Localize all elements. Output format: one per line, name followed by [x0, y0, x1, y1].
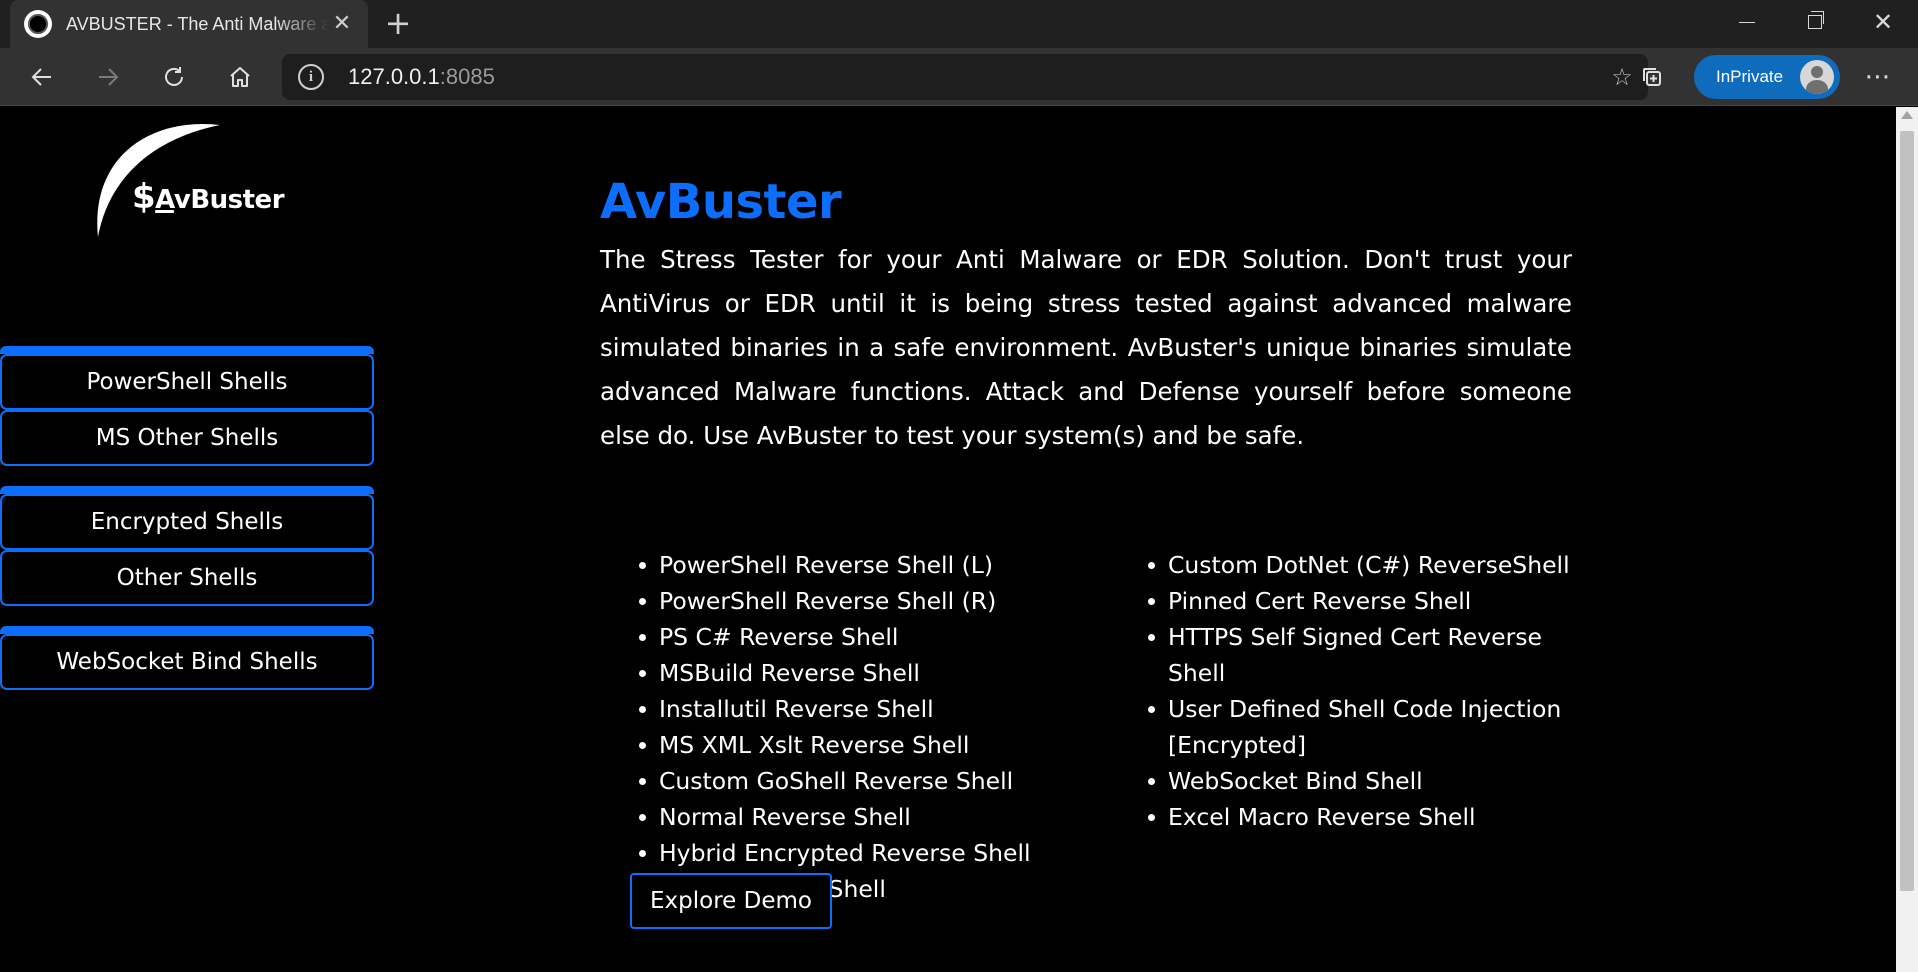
features-list-right: Custom DotNet (C#) ReverseShell Pinned C… — [1148, 547, 1578, 835]
sidebar-group-websocket: WebSocket Bind Shells — [0, 626, 374, 690]
logo-text: $AvBuster — [132, 177, 285, 217]
browser-titlebar: AVBUSTER - The Anti Malware and EDR Stre… — [0, 0, 1918, 48]
explore-demo-button[interactable]: Explore Demo — [630, 873, 832, 929]
websocket-bind-shells-button[interactable]: WebSocket Bind Shells — [0, 634, 374, 690]
list-item: Hybrid Encrypted Reverse Shell — [639, 835, 1089, 871]
list-item: WebSocket Bind Shell — [1148, 763, 1578, 799]
page-content: $AvBuster PowerShell Shells MS Other She… — [0, 107, 1896, 972]
list-item: Custom GoShell Reverse Shell — [639, 763, 1089, 799]
inprivate-label: InPrivate — [1716, 67, 1784, 86]
list-item: User Defined Shell Code Injection [Encry… — [1148, 691, 1578, 763]
inprivate-profile-button[interactable]: InPrivate — [1694, 55, 1840, 99]
encrypted-shells-button[interactable]: Encrypted Shells — [0, 494, 374, 550]
main-content: AvBuster The Stress Tester for your Anti… — [600, 172, 1572, 903]
new-tab-icon[interactable]: + — [382, 7, 414, 40]
address-url[interactable]: 127.0.0.1:8085 — [348, 64, 495, 90]
list-item: Custom DotNet (C#) ReverseShell — [1148, 547, 1578, 583]
list-item: HTTPS Self Signed Cert Reverse Shell — [1148, 619, 1578, 691]
site-favicon-icon — [24, 10, 52, 38]
collections-icon[interactable] — [1630, 55, 1674, 99]
tab-title: AVBUSTER - The Anti Malware and EDR Stre… — [66, 13, 328, 34]
sidebar-group-powershell: PowerShell Shells MS Other Shells — [0, 346, 374, 466]
page-title: AvBuster — [600, 174, 842, 230]
list-item: PS C# Reverse Shell — [639, 619, 1089, 655]
minimize-window-icon[interactable] — [1714, 0, 1780, 44]
ms-other-shells-button[interactable]: MS Other Shells — [0, 410, 374, 466]
list-item: Pinned Cert Reverse Shell — [1148, 583, 1578, 619]
sidebar-group-encrypted: Encrypted Shells Other Shells — [0, 486, 374, 606]
page-scrollbar[interactable] — [1896, 107, 1918, 972]
features-list-left: PowerShell Reverse Shell (L) PowerShell … — [639, 547, 1089, 907]
list-item: MS XML Xslt Reverse Shell — [639, 727, 1089, 763]
forward-arrow-icon[interactable] — [86, 55, 130, 99]
powershell-shells-button[interactable]: PowerShell Shells — [0, 354, 374, 410]
back-arrow-icon[interactable] — [20, 55, 64, 99]
tab-close-icon[interactable]: ✕ — [330, 13, 354, 35]
intro-paragraph: The Stress Tester for your Anti Malware … — [600, 245, 1572, 450]
avbuster-logo: $AvBuster — [90, 117, 290, 247]
list-item: MSBuild Reverse Shell — [639, 655, 1089, 691]
scroll-up-icon[interactable] — [1901, 111, 1913, 119]
more-menu-icon[interactable]: ⋯ — [1856, 55, 1900, 99]
browser-tab[interactable]: AVBUSTER - The Anti Malware and EDR Stre… — [10, 0, 368, 48]
home-icon[interactable] — [218, 55, 262, 99]
list-item: Normal Reverse Shell — [639, 799, 1089, 835]
site-info-icon[interactable]: i — [298, 64, 324, 90]
list-item: Installutil Reverse Shell — [639, 691, 1089, 727]
address-bar[interactable]: i 127.0.0.1:8085 ☆ — [282, 54, 1648, 100]
list-item: Excel Macro Reverse Shell — [1148, 799, 1578, 835]
list-item: PowerShell Reverse Shell (L) — [639, 547, 1089, 583]
profile-avatar-icon — [1800, 60, 1834, 94]
other-shells-button[interactable]: Other Shells — [0, 550, 374, 606]
scrollbar-thumb[interactable] — [1900, 131, 1914, 891]
restore-window-icon[interactable] — [1782, 0, 1848, 44]
browser-toolbar: i 127.0.0.1:8085 ☆ InPrivate ⋯ — [0, 48, 1918, 106]
list-item: PowerShell Reverse Shell (R) — [639, 583, 1089, 619]
reload-icon[interactable] — [152, 55, 196, 99]
close-window-icon[interactable]: ✕ — [1850, 0, 1916, 44]
